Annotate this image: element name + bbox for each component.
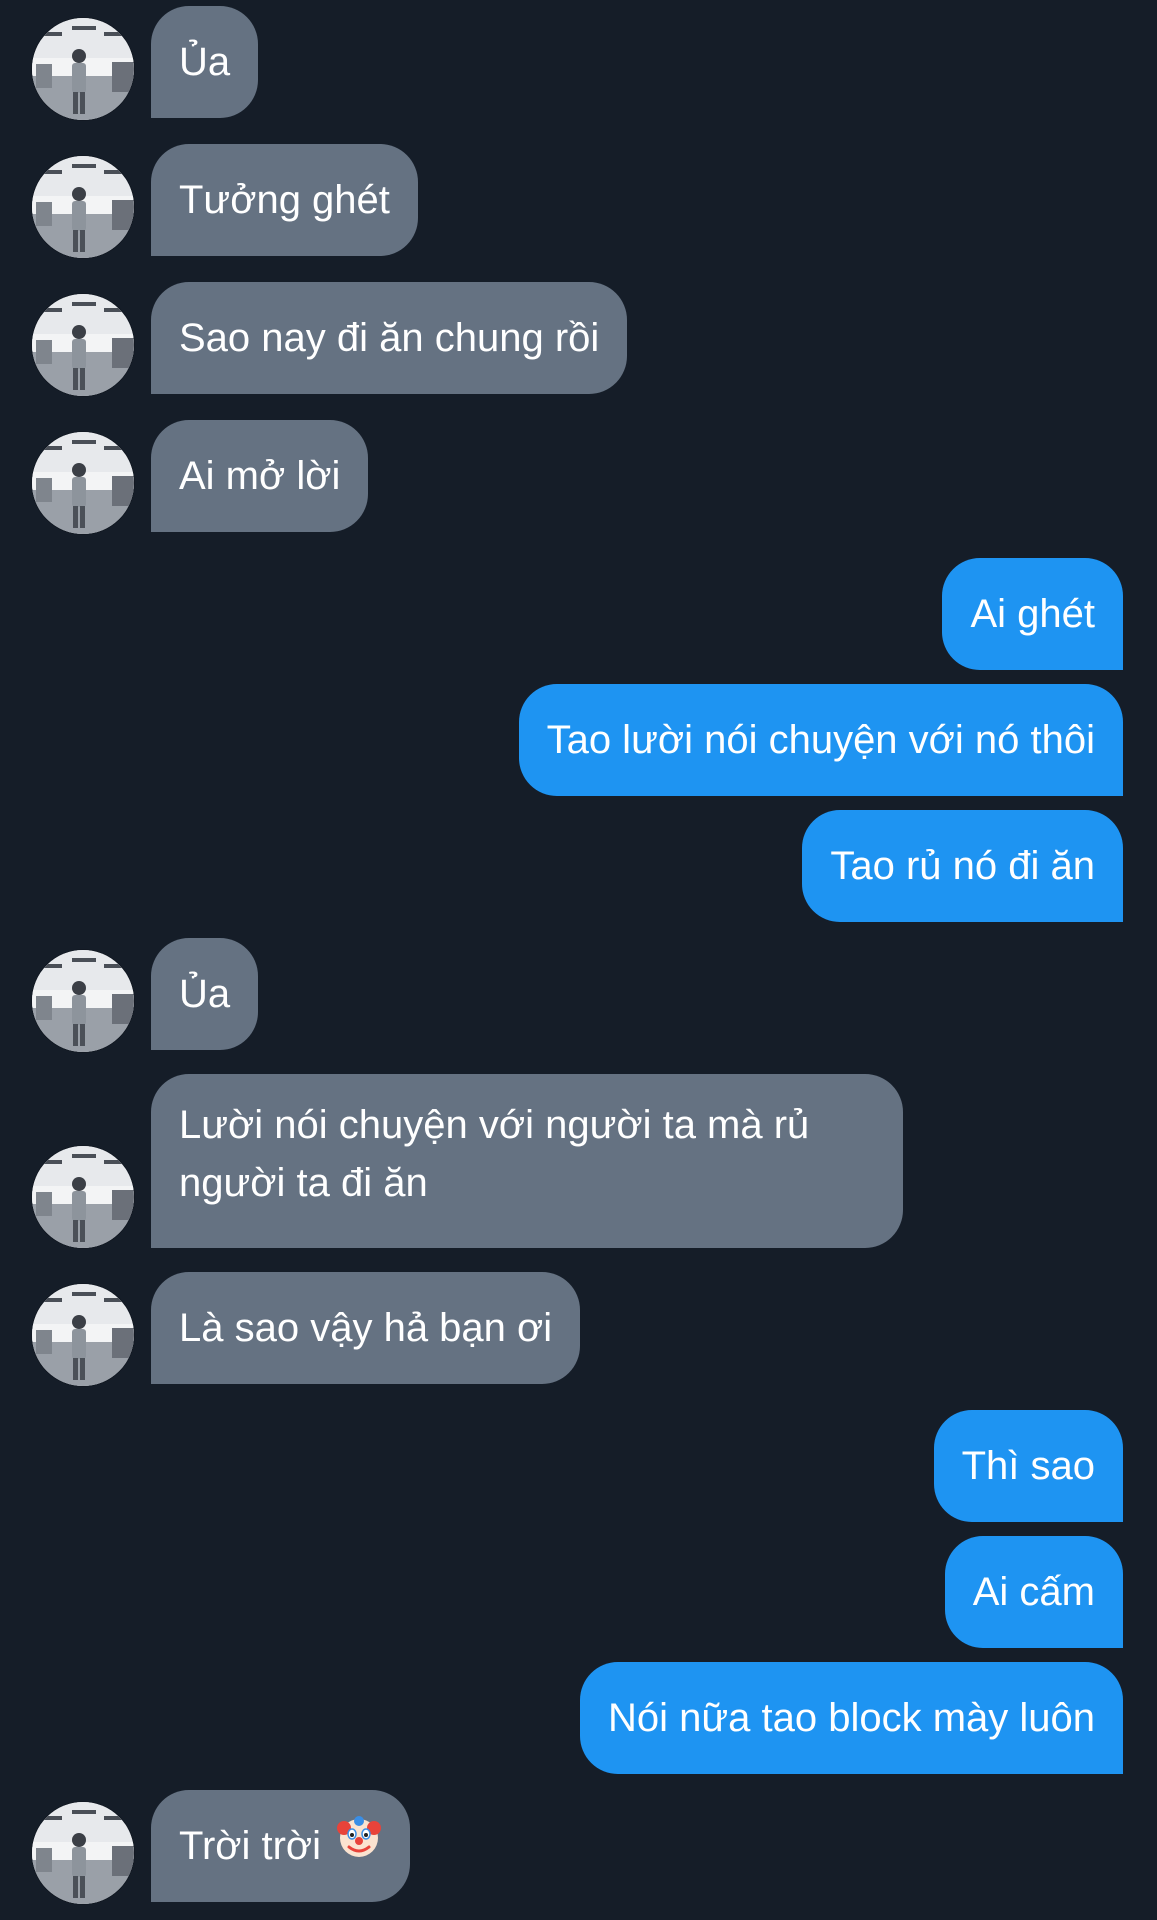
clown-face-icon xyxy=(336,1814,382,1876)
outgoing-message-bubble[interactable]: Ai ghét xyxy=(942,558,1123,670)
message-text: Nói nữa tao block mày luôn xyxy=(607,1696,1095,1740)
incoming-message-bubble[interactable]: Trời trời xyxy=(151,1790,411,1902)
message-text: Sao nay đi ăn chung rồi xyxy=(179,316,600,360)
message-text: Tưởng ghét xyxy=(179,178,390,222)
message-text: Ủa xyxy=(179,972,231,1016)
message-text: Ai ghét xyxy=(970,592,1095,636)
incoming-message-bubble[interactable]: Ủa xyxy=(151,6,259,118)
avatar[interactable] xyxy=(32,1146,134,1248)
incoming-message-bubble[interactable]: Lười nói chuyện với người ta mà rủ người… xyxy=(151,1074,903,1248)
avatar[interactable] xyxy=(32,1802,134,1904)
message-text: Thì sao xyxy=(961,1444,1095,1488)
incoming-message-bubble[interactable]: Là sao vậy hả bạn ơi xyxy=(151,1272,581,1384)
avatar[interactable] xyxy=(32,156,134,258)
message-text: Ai cấm xyxy=(972,1570,1095,1614)
avatar[interactable] xyxy=(32,432,134,534)
avatar[interactable] xyxy=(32,1284,134,1386)
outgoing-message-bubble[interactable]: Ai cấm xyxy=(944,1536,1123,1648)
message-text: Lười nói chuyện với người ta mà rủ người… xyxy=(179,1103,810,1205)
outgoing-message-bubble[interactable]: Nói nữa tao block mày luôn xyxy=(579,1662,1123,1774)
avatar[interactable] xyxy=(32,950,134,1052)
message-text: Trời trời xyxy=(179,1824,322,1868)
avatar[interactable] xyxy=(32,294,134,396)
message-text: Tao lười nói chuyện với nó thôi xyxy=(546,718,1095,762)
message-text: Ủa xyxy=(179,40,231,84)
outgoing-message-bubble[interactable]: Tao lười nói chuyện với nó thôi xyxy=(518,684,1123,796)
incoming-message-bubble[interactable]: Tưởng ghét xyxy=(151,144,418,256)
message-text: Tao rủ nó đi ăn xyxy=(830,844,1095,888)
message-text: Ai mở lời xyxy=(179,454,341,498)
outgoing-message-bubble[interactable]: Thì sao xyxy=(933,1410,1123,1522)
incoming-message-bubble[interactable]: Ai mở lời xyxy=(151,420,369,532)
incoming-message-bubble[interactable]: Ủa xyxy=(151,938,259,1050)
incoming-message-bubble[interactable]: Sao nay đi ăn chung rồi xyxy=(151,282,628,394)
outgoing-message-bubble[interactable]: Tao rủ nó đi ăn xyxy=(802,810,1123,922)
avatar[interactable] xyxy=(32,18,134,120)
message-text: Là sao vậy hả bạn ơi xyxy=(179,1306,553,1350)
